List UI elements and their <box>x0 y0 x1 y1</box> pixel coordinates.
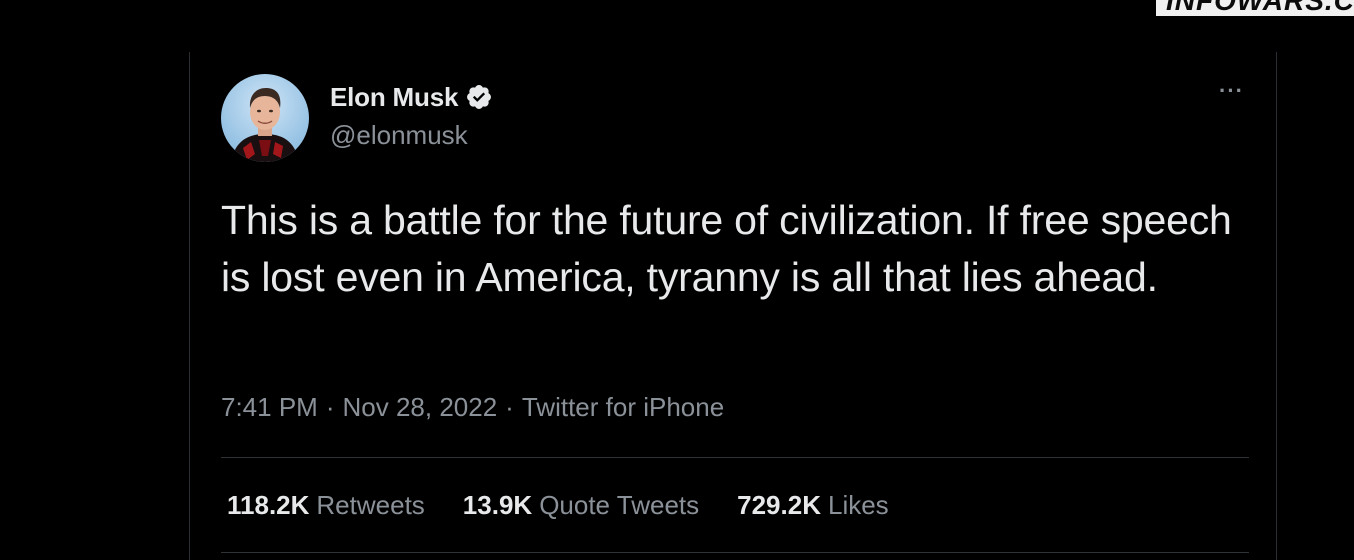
likes-label: Likes <box>827 490 889 520</box>
tweet-time[interactable]: 7:41 PM <box>221 392 318 422</box>
retweets-stat[interactable]: 118.2K Retweets <box>227 490 425 521</box>
tweet-stats: 118.2K Retweets 13.9K Quote Tweets 729.2K L… <box>227 490 927 521</box>
quote-tweets-label: Quote Tweets <box>539 490 700 520</box>
tweet-metadata: 7:41 PM · Nov 28, 2022 · Twitter for iPhone <box>221 392 724 423</box>
retweets-label: Retweets <box>316 490 425 520</box>
video-frame: INFOWARS.C Elon Musk @elonmusk ··· This … <box>0 0 1354 560</box>
tweet-author: Elon Musk @elonmusk <box>330 80 493 151</box>
tweet-text: This is a battle for the future of civil… <box>221 197 1232 300</box>
quote-tweets-stat[interactable]: 13.9K Quote Tweets <box>463 490 699 521</box>
meta-separator: · <box>325 392 335 422</box>
tweet-date[interactable]: Nov 28, 2022 <box>343 392 498 422</box>
author-name[interactable]: Elon Musk <box>330 82 458 113</box>
meta-separator: · <box>505 392 514 422</box>
tweet-card: Elon Musk @elonmusk ··· This is a battle… <box>189 52 1277 560</box>
tweet-source[interactable]: Twitter for iPhone <box>522 392 724 422</box>
watermark-logo: INFOWARS.C <box>1156 0 1354 16</box>
retweets-count: 118.2K <box>227 490 310 520</box>
verified-badge-icon <box>465 83 493 111</box>
quote-tweets-count: 13.9K <box>462 490 533 520</box>
divider <box>221 457 1249 458</box>
divider <box>221 552 1249 553</box>
avatar[interactable] <box>221 74 309 162</box>
author-handle[interactable]: @elonmusk <box>330 120 493 151</box>
more-options-icon[interactable]: ··· <box>1219 80 1244 102</box>
likes-count: 729.2K <box>737 490 821 520</box>
avatar-portrait-icon <box>231 88 299 162</box>
likes-stat[interactable]: 729.2K Likes <box>737 490 889 521</box>
